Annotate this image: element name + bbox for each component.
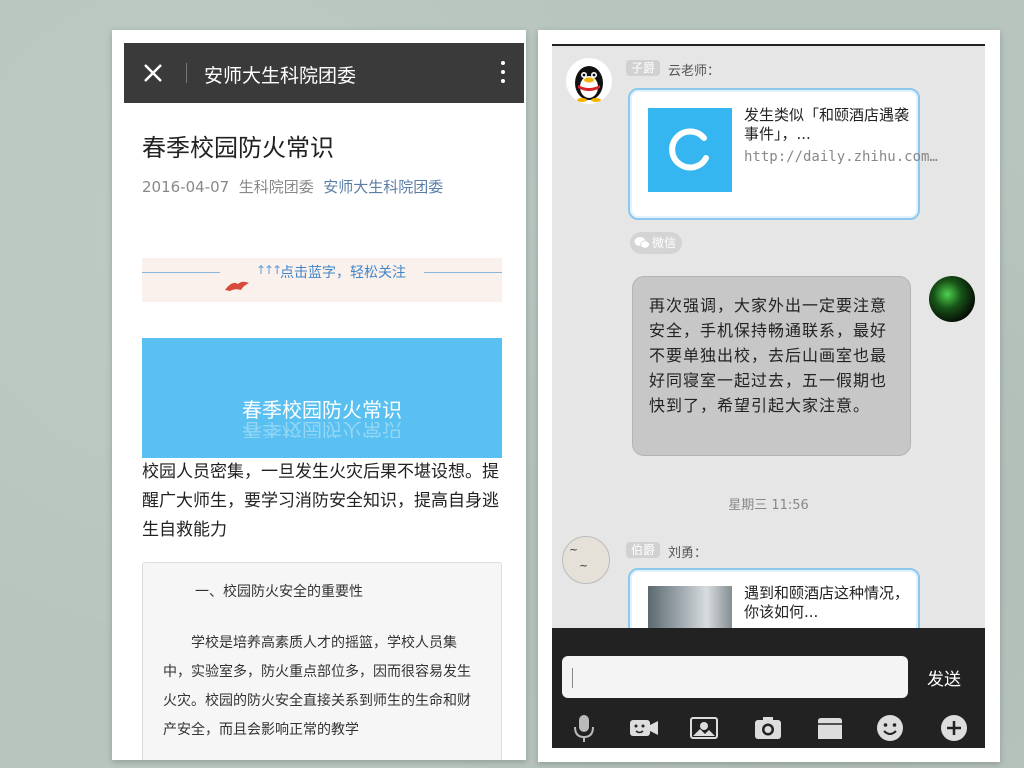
sender-name: 刘勇： [668,546,708,561]
input-bar: 发送 [552,628,985,748]
zhihu-daily-icon [648,108,732,192]
hero-image: 春季校园防火常识 春季校园防火常识 [142,338,502,458]
article-screenshot: 安师大生科院团委 春季校园防火常识 2016-04-07 生科院团委 安师大生科… [112,30,526,760]
link-card[interactable]: 发生类似「和颐酒店遇袭事件」，... http://daily.zhihu.co… [628,88,938,220]
article-intro: 校园人员密集，一旦发生火灾后果不堪设想。提醒广大师生，要学习消防安全知识，提高自… [142,462,499,540]
rank-badge: 伯爵 [626,542,661,558]
wechat-icon [634,237,650,249]
close-icon[interactable] [140,60,166,86]
source-badge: 微信 [630,232,683,254]
more-vert-icon[interactable] [500,61,506,87]
avatar[interactable] [929,276,975,322]
send-button[interactable]: 发送 [921,664,967,691]
up-arrows-icon: ↑↑↑ [256,263,282,277]
article-top-bar: 安师大生科院团委 [124,43,524,103]
text-caret [572,668,573,688]
topbar-title: 安师大生科院团委 [204,65,357,87]
chat-screenshot: 子爵 云老师： 发生类似「和颐酒店遇袭事件」，... http://daily.… [538,30,1000,762]
chat-area: 子爵 云老师： 发生类似「和颐酒店遇袭事件」，... http://daily.… [552,44,985,646]
message-input[interactable] [562,656,908,698]
rank-badge: 子爵 [626,60,661,76]
article-author: 生科院团委 [238,178,314,196]
section-body: 学校是培养高素质人才的摇篮，学校人员集中，实验室多，防火重点部位多，因而很容易发… [163,635,471,738]
sender-name: 云老师： [668,64,721,79]
follow-banner[interactable]: ↑↑↑ 点击蓝字，轻松关注 [142,258,502,302]
calligraphy-glyph: ~ [569,543,579,556]
section-heading: 一、校园防火安全的重要性 [195,584,363,600]
image-icon[interactable] [688,712,720,744]
plus-icon[interactable] [938,712,970,744]
section-box: 一、校园防火安全的重要性 学校是培养高素质人才的摇篮，学校人员集中，实验室多，防… [142,562,502,760]
bar-divider [186,63,187,83]
folder-icon[interactable] [814,712,846,744]
microphone-icon[interactable] [568,712,600,744]
article-meta: 2016-04-07 生科院团委 安师大生科院团委 [142,176,443,197]
video-icon[interactable] [628,712,660,744]
card-title: 发生类似「和颐酒店遇袭事件」，... [744,106,910,143]
banner-line-left [142,272,220,273]
card-url: http://daily.zhihu.com… [744,149,938,165]
bird-icon [225,281,249,291]
message-text: 再次强调，大家外出一定要注意安全，手机保持畅通联系，最好不要单独出校，去后山画室… [649,296,888,415]
calligraphy-glyph: ~ [579,559,589,572]
source-label: 微信 [652,236,677,250]
timestamp: 星期三 11:56 [728,498,809,513]
banner-line-right [424,272,502,273]
article-date: 2016-04-07 [142,178,230,196]
hero-title-reflection: 春季校园防火常识 [242,422,402,438]
camera-icon[interactable] [752,712,784,744]
avatar[interactable] [566,58,612,104]
hero-title: 春季校园防火常识 [242,398,402,422]
emoji-icon[interactable] [874,712,906,744]
card-title: 遇到和颐酒店这种情况，你该如何... [744,584,910,621]
follow-text: 点击蓝字，轻松关注 [280,265,406,281]
message-bubble[interactable]: 再次强调，大家外出一定要注意安全，手机保持畅通联系，最好不要单独出校，去后山画室… [632,276,911,456]
penguin-icon [575,66,603,102]
avatar[interactable]: ~ ~ [562,536,610,584]
account-link[interactable]: 安师大生科院团委 [323,178,443,196]
article-title: 春季校园防火常识 [142,134,334,162]
